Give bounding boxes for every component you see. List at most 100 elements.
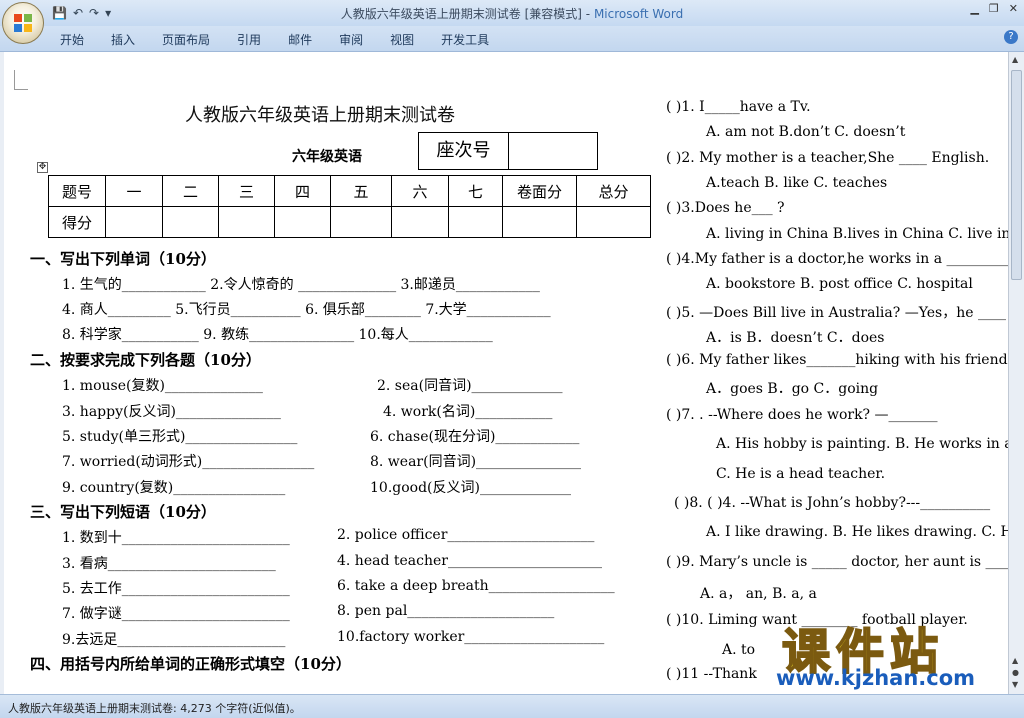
score-header-cell: 一 — [105, 175, 163, 207]
title-separator: - — [581, 7, 594, 21]
document-title: 人教版六年级英语上册期末测试卷 [兼容模式] — [340, 7, 582, 21]
list-item: A．goes B．go C．going — [706, 381, 879, 397]
score-header-cell: 七 — [448, 175, 503, 207]
section-heading-2: 二、按要求完成下列各题（10分） — [30, 351, 261, 369]
list-item: ( )11 --Thank — [666, 666, 757, 682]
list-item: 2. sea(同音词)_____________ — [377, 378, 563, 394]
word-count-status[interactable]: 人教版六年级英语上册期末测试卷: 4,273 个字符(近似值)。 — [8, 702, 301, 715]
list-item: A. a， an, B. a, a — [700, 586, 817, 602]
score-cell[interactable] — [105, 206, 163, 238]
list-item: 5. 去工作________________________ — [62, 581, 290, 597]
list-item: A. am not B.don’t C. doesn’t — [706, 124, 906, 140]
score-cell[interactable] — [502, 206, 577, 238]
doc-title: 人教版六年级英语上册期末测试卷 — [185, 105, 455, 126]
select-browse-object-icon[interactable]: ● — [1012, 668, 1019, 677]
watermark-url: www.kjzhan.com — [776, 666, 976, 690]
list-item: ( )2. My mother is a teacher,She ____ En… — [666, 150, 990, 166]
seat-number-box: 座次号 — [418, 132, 598, 170]
list-item: ( )6. My father likes_______hiking with … — [666, 352, 1008, 368]
score-row-label: 得分 — [48, 206, 106, 238]
page-up-icon[interactable]: ▲ — [1012, 656, 1018, 665]
section-heading-1: 一、写出下列单词（10分） — [30, 250, 216, 268]
tab-developer[interactable]: 开发工具 — [441, 31, 489, 48]
list-item: C. He is a head teacher. — [716, 466, 886, 482]
tab-view[interactable]: 视图 — [390, 31, 414, 48]
list-item: ( )4.My father is a doctor,he works in a… — [666, 251, 1008, 267]
window-title: 人教版六年级英语上册期末测试卷 [兼容模式] - Microsoft Word — [0, 5, 1024, 22]
list-item: A.teach B. like C. teaches — [706, 175, 888, 191]
list-item: ( )7. . --Where does he work? —_______ — [666, 407, 938, 423]
list-item: 10.good(反义词)_____________ — [370, 480, 571, 496]
list-item: ( )1. I_____have a Tv. — [666, 99, 811, 115]
title-bar: 💾 ↶ ↷ ▾ 人教版六年级英语上册期末测试卷 [兼容模式] - Microso… — [0, 0, 1024, 26]
list-item: 4. work(名词)___________ — [383, 404, 553, 420]
table-row: 题号 一 二 三 四 五 六 七 卷面分 总分 — [48, 175, 651, 207]
document-page[interactable]: 人教版六年级英语上册期末测试卷 六年级英语 座次号 ✥ 题号 一 二 三 四 五… — [0, 52, 1008, 694]
score-header-cell: 二 — [162, 175, 219, 207]
list-item: 8. pen pal_____________________ — [337, 603, 555, 619]
list-item: 7. 做字谜________________________ — [62, 606, 290, 622]
score-header-cell: 五 — [330, 175, 392, 207]
list-item: A．is B．doesn’t C．does — [706, 330, 885, 346]
app-name: Microsoft Word — [593, 7, 684, 21]
tab-insert[interactable]: 插入 — [111, 31, 135, 48]
list-item: A. to — [722, 642, 756, 658]
score-cell[interactable] — [274, 206, 331, 238]
help-icon[interactable]: ? — [1004, 30, 1018, 44]
close-icon[interactable]: ✕ — [1009, 2, 1018, 15]
list-item: A. His hobby is painting. B. He works in… — [716, 436, 1008, 452]
minimize-icon[interactable]: ▁ — [970, 2, 978, 15]
list-item: ( )8. ( )4. --What is John’s hobby?---__… — [674, 495, 991, 511]
tab-references[interactable]: 引用 — [237, 31, 261, 48]
list-item: 4. head teacher______________________ — [337, 553, 602, 569]
section-heading-4: 四、用括号内所给单词的正确形式填空（10分） — [30, 655, 351, 673]
list-item: 8. 科学家___________ 9. 教练_______________ 1… — [62, 327, 493, 343]
score-cell[interactable] — [391, 206, 449, 238]
list-item: 4. 商人_________ 5.飞行员__________ 6. 俱乐部___… — [62, 302, 551, 318]
left-margin-bar — [0, 52, 4, 694]
score-table: 题号 一 二 三 四 五 六 七 卷面分 总分 得分 — [48, 175, 651, 238]
page-down-icon[interactable]: ▼ — [1012, 680, 1018, 689]
tab-page-layout[interactable]: 页面布局 — [162, 31, 210, 48]
scroll-up-icon[interactable]: ▲ — [1012, 55, 1018, 64]
score-header-cell: 题号 — [48, 175, 106, 207]
list-item: ( )3.Does he___ ? — [666, 200, 785, 216]
margin-corner-mark — [14, 70, 28, 90]
tab-home[interactable]: 开始 — [60, 31, 84, 48]
list-item: 8. wear(同音词)_______________ — [370, 454, 582, 470]
scroll-thumb[interactable] — [1011, 70, 1022, 280]
office-button[interactable] — [2, 2, 44, 44]
list-item: 2. police officer_____________________ — [337, 527, 595, 543]
list-item: 7. worried(动词形式)________________ — [62, 454, 315, 470]
list-item: 5. study(单三形式)________________ — [62, 429, 298, 445]
tab-mailings[interactable]: 邮件 — [288, 31, 312, 48]
score-header-cell: 三 — [218, 175, 275, 207]
seat-label: 座次号 — [419, 133, 509, 169]
score-cell[interactable] — [330, 206, 392, 238]
list-item: 1. 生气的____________ 2.令人惊奇的 _____________… — [62, 277, 540, 293]
score-cell[interactable] — [162, 206, 219, 238]
list-item: A. bookstore B. post office C. hospital — [706, 276, 973, 292]
vertical-scrollbar[interactable]: ▲ ▲ ● ▼ — [1008, 52, 1024, 694]
office-logo-icon — [14, 14, 32, 32]
window-controls: ▁ ❐ ✕ — [970, 2, 1018, 15]
score-cell[interactable] — [218, 206, 275, 238]
score-header-cell: 总分 — [576, 175, 651, 207]
score-header-cell: 卷面分 — [502, 175, 577, 207]
list-item: A. I like drawing. B. He likes drawing. … — [706, 524, 1008, 540]
list-item: 3. 看病________________________ — [62, 556, 276, 572]
list-item: 3. happy(反义词)_______________ — [62, 404, 281, 420]
list-item: ( )9. Mary’s uncle is _____ doctor, her … — [666, 554, 1008, 570]
tab-review[interactable]: 审阅 — [339, 31, 363, 48]
score-cell[interactable] — [448, 206, 503, 238]
table-move-handle-icon[interactable]: ✥ — [37, 162, 48, 173]
ribbon-tabs: 开始 插入 页面布局 引用 邮件 审阅 视图 开发工具 — [0, 26, 1024, 52]
score-header-cell: 六 — [391, 175, 449, 207]
score-cell[interactable] — [576, 206, 651, 238]
restore-icon[interactable]: ❐ — [989, 2, 999, 15]
list-item: 10.factory worker____________________ — [337, 629, 605, 645]
list-item: 1. mouse(复数)______________ — [62, 378, 263, 394]
doc-subtitle: 六年级英语 — [292, 149, 362, 165]
list-item: 1. 数到十________________________ — [62, 530, 290, 546]
list-item: A. living in China B.lives in China C. l… — [706, 226, 1008, 242]
